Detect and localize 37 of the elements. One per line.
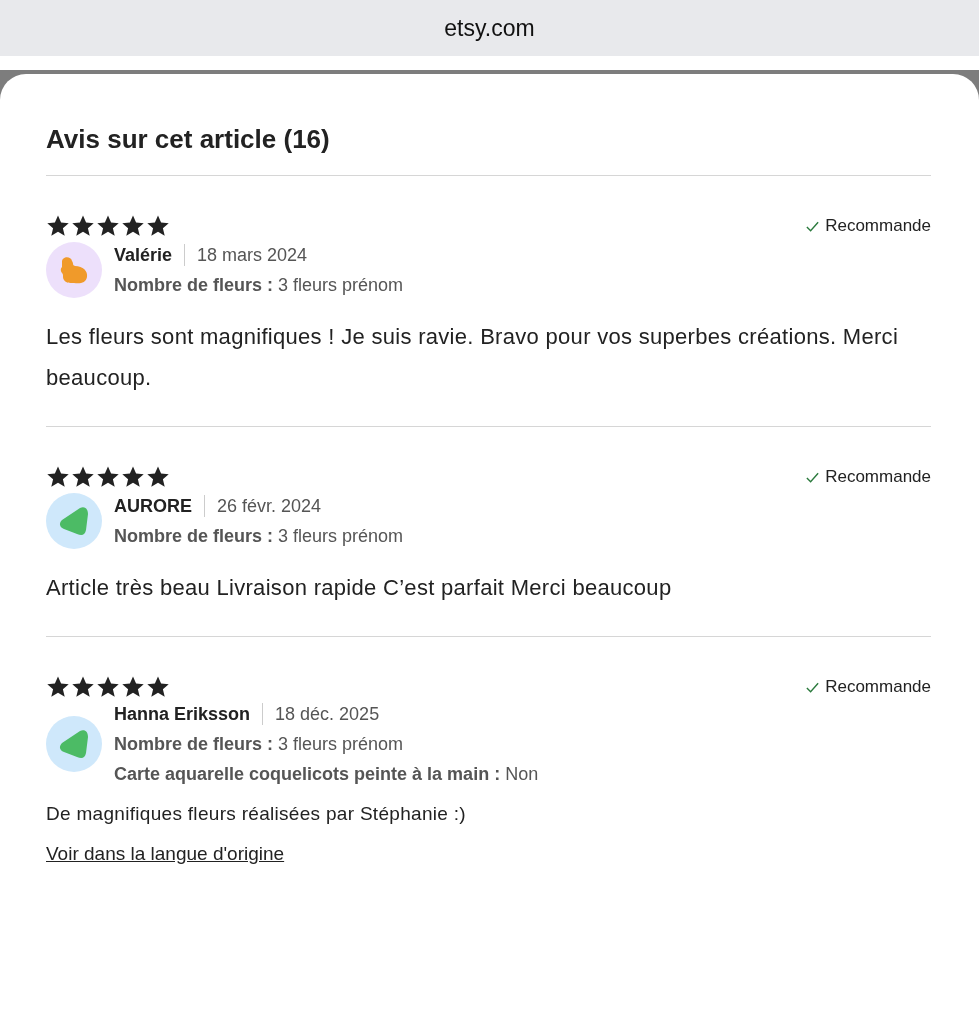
star-icon [71, 214, 95, 238]
review-date: 18 mars 2024 [197, 244, 308, 266]
star-icon [146, 465, 170, 489]
star-icon [71, 675, 95, 699]
star-icon [96, 214, 120, 238]
original-language-link[interactable]: Voir dans la langue d'origine [46, 843, 285, 865]
avatar-icon [46, 493, 102, 549]
star-icon [121, 465, 145, 489]
star-icon [71, 465, 95, 489]
reviews-title: Avis sur cet article (16) [46, 124, 931, 176]
star-icon [96, 675, 120, 699]
star-icon [121, 214, 145, 238]
review-property: Nombre de fleurs : 3 fleurs prénom [114, 526, 404, 547]
review-property: Carte aquarelle coquelicots peinte à la main : Non [114, 764, 539, 785]
avatar-icon [46, 716, 102, 772]
star-icon [146, 214, 170, 238]
review-date: 26 févr. 2024 [217, 495, 322, 517]
star-icon [96, 465, 120, 489]
recommend-label: Recommande [825, 216, 931, 236]
reviewer-name: Hanna Eriksson [114, 703, 251, 725]
review-property: Nombre de fleurs : 3 fleurs prénom [114, 275, 404, 296]
star-icon [121, 675, 145, 699]
review-text: De magnifiques fleurs réalisées par Stéphanie :) [46, 802, 467, 826]
reviewer-name: AURORE [114, 495, 192, 517]
avatar-icon [46, 242, 102, 298]
star-icon [146, 675, 170, 699]
star-icon [46, 675, 70, 699]
address-bar[interactable]: etsy.com [0, 0, 979, 56]
review-text: Article très beau Livraison rapide C’est parfait Merci beaucoup [46, 574, 673, 602]
recommend-label: Recommande [825, 677, 931, 697]
review-text: Les fleurs sont magnifiques ! Je suis ravie. Bravo pour vos superbes créations. Merci beaucoup. [46, 323, 900, 392]
star-icon [46, 214, 70, 238]
reviewer-name: Valérie [114, 244, 173, 266]
recommend-label: Recommande [825, 467, 931, 487]
review-date: 18 déc. 2025 [275, 703, 380, 725]
review-property: Nombre de fleurs : 3 fleurs prénom [114, 734, 405, 755]
star-icon [46, 465, 70, 489]
